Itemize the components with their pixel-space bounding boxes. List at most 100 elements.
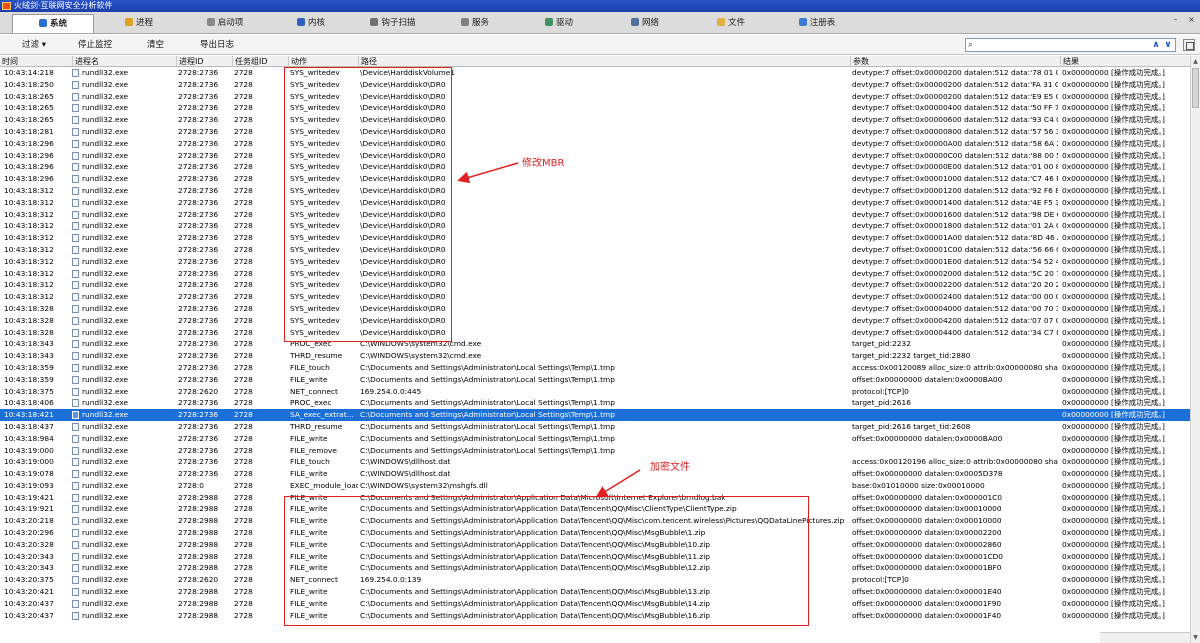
table-row[interactable]: 10:43:18:250 rundll32.exe 2728:2736 2728 SYS…	[0, 79, 1190, 91]
table-row[interactable]: 10:43:18:296 rundll32.exe 2728:2736 2728 SYS…	[0, 138, 1190, 150]
minimize-icon[interactable]: –	[1170, 15, 1181, 25]
col-time[interactable]: 时间	[0, 56, 72, 67]
table-row[interactable]: 10:43:18:328 rundll32.exe 2728:2736 2728 SYS…	[0, 327, 1190, 339]
clear-button[interactable]: 清空	[147, 35, 164, 55]
table-row[interactable]: 10:43:18:265 rundll32.exe 2728:2736 2728 SYS…	[0, 102, 1190, 114]
table-row[interactable]: 10:43:18:328 rundll32.exe 2728:2736 2728 SYS…	[0, 315, 1190, 327]
tab-4[interactable]: 钩子扫描	[352, 14, 434, 33]
cell-param: devtype:7 offset:0x00002400 datalen:512 …	[852, 292, 1058, 302]
table-row[interactable]: 10:43:18:343 rundll32.exe 2728:2736 2728 THR…	[0, 350, 1190, 362]
cell-pid: 2728:2736	[178, 197, 219, 207]
table-row[interactable]: 10:43:18:375 rundll32.exe 2728:2620 2728 NET…	[0, 386, 1190, 398]
cell-result: 0x00000000 [操作成功完成。]	[1062, 185, 1165, 195]
col-param[interactable]: 参数	[850, 56, 1060, 67]
cell-time: 10:43:18:359	[4, 374, 54, 384]
table-row[interactable]: 10:43:18:312 rundll32.exe 2728:2736 2728 SYS…	[0, 291, 1190, 303]
cell-result: 0x00000000 [操作成功完成。]	[1062, 433, 1165, 443]
cell-pid: 2728:2988	[178, 516, 219, 526]
table-row[interactable]: 10:43:18:312 rundll32.exe 2728:2736 2728 SYS…	[0, 256, 1190, 268]
table-row[interactable]: 10:43:18:312 rundll32.exe 2728:2736 2728 SYS…	[0, 279, 1190, 291]
cell-task-group: 2728	[234, 150, 253, 160]
scroll-up-icon[interactable]: ▲	[1191, 57, 1200, 66]
table-row[interactable]: 10:43:18:984 rundll32.exe 2728:2736 2728 FIL…	[0, 433, 1190, 445]
col-task-group[interactable]: 任务组ID	[232, 56, 288, 67]
cell-process-name: rundll32.exe	[82, 457, 129, 467]
cell-result: 0x00000000 [操作成功完成。]	[1062, 351, 1165, 361]
table-row[interactable]: 10:43:18:328 rundll32.exe 2728:2736 2728 SYS…	[0, 303, 1190, 315]
table-row[interactable]: 10:43:18:296 rundll32.exe 2728:2736 2728 SYS…	[0, 150, 1190, 162]
table-row[interactable]: 10:43:18:296 rundll32.exe 2728:2736 2728 SYS…	[0, 161, 1190, 173]
cell-process-name: rundll32.exe	[82, 587, 129, 597]
cell-pid: 2728:2620	[178, 386, 219, 396]
file-icon	[72, 175, 79, 184]
cell-param: devtype:7 offset:0x00000400 datalen:512 …	[852, 103, 1058, 113]
close-icon[interactable]: ×	[1186, 15, 1197, 25]
file-icon	[72, 375, 79, 384]
file-icon	[72, 411, 79, 420]
cell-time: 10:43:18:296	[4, 150, 54, 160]
table-row[interactable]: 10:43:19:093 rundll32.exe 2728:0 2728 EXEC_m…	[0, 480, 1190, 492]
tab-5[interactable]: 服务	[434, 14, 516, 33]
col-result[interactable]: 结果	[1060, 56, 1190, 67]
table-row[interactable]: 10:43:14:218 rundll32.exe 2728:2736 2728 SYS…	[0, 67, 1190, 79]
cell-param: offset:0x00000000 datalen:0x00001F40	[852, 610, 1002, 620]
stop-monitor-button[interactable]: 停止监控	[78, 35, 112, 55]
table-row[interactable]: 10:43:18:265 rundll32.exe 2728:2736 2728 SYS…	[0, 91, 1190, 103]
column-settings-icon[interactable]	[1183, 39, 1195, 51]
filter-button[interactable]: 过滤 ▾	[22, 35, 46, 55]
table-row[interactable]: 10:43:19:000 rundll32.exe 2728:2736 2728 FIL…	[0, 456, 1190, 468]
annotation-encrypt: 加密文件	[650, 462, 690, 473]
table-row[interactable]: 10:43:18:312 rundll32.exe 2728:2736 2728 SYS…	[0, 232, 1190, 244]
search-next-icon[interactable]: ∨	[1163, 39, 1173, 51]
table-row[interactable]: 10:43:18:312 rundll32.exe 2728:2736 2728 SYS…	[0, 244, 1190, 256]
col-pid[interactable]: 进程ID	[176, 56, 232, 67]
tab-icon	[124, 18, 133, 26]
cell-result: 0x00000000 [操作成功完成。]	[1062, 480, 1165, 490]
table-row[interactable]: 10:43:18:437 rundll32.exe 2728:2736 2728 THR…	[0, 421, 1190, 433]
table-row[interactable]: 10:43:19:000 rundll32.exe 2728:2736 2728 FIL…	[0, 445, 1190, 457]
cell-time: 10:43:18:437	[4, 421, 54, 431]
table-row[interactable]: 10:43:18:359 rundll32.exe 2728:2736 2728 FIL…	[0, 362, 1190, 374]
cell-result: 0x00000000 [操作成功完成。]	[1062, 292, 1165, 302]
table-row[interactable]: 10:43:18:343 rundll32.exe 2728:2736 2728 PRO…	[0, 338, 1190, 350]
cell-result: 0x00000000 [操作成功完成。]	[1062, 421, 1165, 431]
col-action[interactable]: 动作	[288, 56, 358, 67]
tab-1[interactable]: 进程	[98, 14, 180, 33]
table-row[interactable]: 10:43:18:312 rundll32.exe 2728:2736 2728 SYS…	[0, 197, 1190, 209]
col-process-name[interactable]: 进程名	[72, 56, 176, 67]
table-row[interactable]: 10:43:18:312 rundll32.exe 2728:2736 2728 SYS…	[0, 209, 1190, 221]
cell-result: 0x00000000 [操作成功完成。]	[1062, 126, 1165, 136]
vertical-scrollbar[interactable]: ▲ ▼	[1190, 56, 1200, 643]
search-input[interactable]	[977, 39, 1137, 51]
tab-2[interactable]: 启动项	[184, 14, 266, 33]
table-row[interactable]: 10:43:19:078 rundll32.exe 2728:2736 2728 FIL…	[0, 468, 1190, 480]
table-row[interactable]: 10:43:18:359 rundll32.exe 2728:2736 2728 FIL…	[0, 374, 1190, 386]
cell-time: 10:43:20:328	[4, 539, 54, 549]
table-row[interactable]: 10:43:18:281 rundll32.exe 2728:2736 2728 SYS…	[0, 126, 1190, 138]
table-row[interactable]: 10:43:18:312 rundll32.exe 2728:2736 2728 SYS…	[0, 185, 1190, 197]
table-row[interactable]: 10:43:18:312 rundll32.exe 2728:2736 2728 SYS…	[0, 268, 1190, 280]
search-prev-icon[interactable]: ∧	[1151, 39, 1161, 51]
cell-param: offset:0x00000000 datalen:0x00001E40	[852, 587, 1002, 597]
export-log-button[interactable]: 导出日志	[200, 35, 234, 55]
table-row[interactable]: 10:43:18:296 rundll32.exe 2728:2736 2728 SYS…	[0, 173, 1190, 185]
cell-result: 0x00000000 [操作成功完成。]	[1062, 504, 1165, 514]
file-icon	[72, 387, 79, 396]
cell-task-group: 2728	[234, 445, 253, 455]
table-row[interactable]: 10:43:18:421 rundll32.exe 2728:2736 2728 SA_…	[0, 409, 1190, 421]
table-row[interactable]: 10:43:18:406 rundll32.exe 2728:2736 2728 PRO…	[0, 397, 1190, 409]
tab-7[interactable]: 网络	[604, 14, 686, 33]
scroll-thumb[interactable]	[1192, 68, 1199, 108]
table-row[interactable]: 10:43:18:265 rundll32.exe 2728:2736 2728 SYS…	[0, 114, 1190, 126]
tab-8[interactable]: 文件	[690, 14, 772, 33]
cell-task-group: 2728	[234, 138, 253, 148]
table-row[interactable]: 10:43:18:312 rundll32.exe 2728:2736 2728 SYS…	[0, 220, 1190, 232]
tab-3[interactable]: 内核	[270, 14, 352, 33]
tab-0[interactable]: 系统	[12, 14, 94, 33]
scroll-down-icon[interactable]: ▼	[1191, 633, 1200, 642]
file-icon	[72, 458, 79, 467]
col-path[interactable]: 路径	[358, 56, 850, 67]
tab-9[interactable]: 注册表	[776, 14, 858, 33]
tab-6[interactable]: 驱动	[518, 14, 600, 33]
cell-param: devtype:7 offset:0x00001800 datalen:512 …	[852, 221, 1058, 231]
